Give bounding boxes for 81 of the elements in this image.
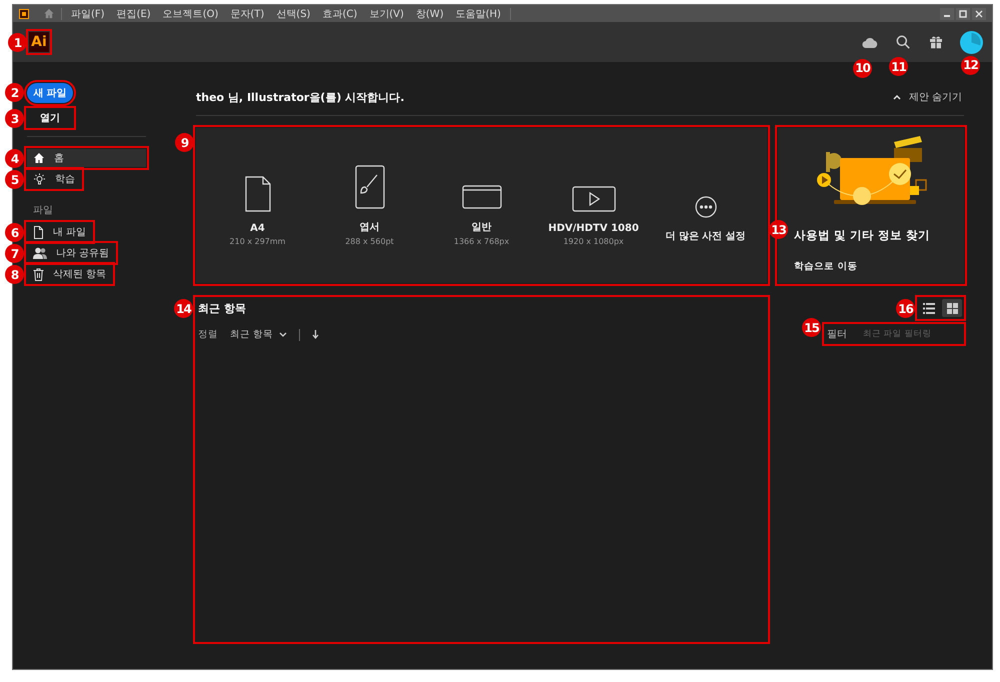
gift-icon[interactable] bbox=[929, 35, 943, 49]
menu-item[interactable]: 오브젝트(O) bbox=[160, 6, 222, 20]
tablet-brush-icon bbox=[354, 165, 384, 209]
callout-badge: 14 bbox=[174, 299, 193, 318]
more-icon[interactable] bbox=[694, 196, 716, 218]
document-icon bbox=[244, 176, 270, 212]
callout-badge: 7 bbox=[5, 244, 24, 263]
sort-label: 정렬 bbox=[198, 328, 218, 341]
app-icon bbox=[19, 8, 29, 18]
close-icon[interactable] bbox=[972, 8, 986, 20]
sort-dropdown[interactable]: 최근 항목 bbox=[230, 328, 288, 341]
hide-suggestions-button[interactable]: 제안 숨기기 bbox=[890, 90, 964, 104]
preset-name[interactable]: HDV/HDTV 1080 bbox=[548, 223, 639, 234]
section-heading: 최근 항목 bbox=[198, 301, 247, 316]
section-label: 파일 bbox=[33, 204, 54, 217]
sidebar-label: 학습 bbox=[55, 173, 75, 186]
callout-badge: 1 bbox=[8, 33, 27, 52]
cloud-icon[interactable] bbox=[862, 36, 878, 48]
avatar-icon[interactable] bbox=[960, 30, 982, 54]
preset-size: 1920 x 1080px bbox=[563, 237, 624, 246]
sort-direction-icon[interactable] bbox=[312, 330, 320, 339]
callout-badge: 11 bbox=[889, 57, 908, 76]
callout-badge: 2 bbox=[5, 83, 24, 102]
preset-size: 288 x 560pt bbox=[345, 237, 394, 246]
sidebar-label: 삭제된 항목 bbox=[53, 268, 106, 281]
preset-name[interactable]: 더 많은 사전 설정 bbox=[665, 229, 746, 243]
callout-badge: 13 bbox=[769, 220, 788, 239]
menu-item[interactable]: 파일(F) bbox=[68, 6, 108, 20]
callout-badge: 4 bbox=[5, 149, 24, 168]
new-file-button[interactable]: 새 파일 bbox=[27, 83, 73, 103]
sidebar-item[interactable]: 학습 bbox=[27, 170, 81, 188]
preset-size: 210 x 297mm bbox=[230, 237, 286, 246]
callout-badge: 8 bbox=[5, 265, 24, 284]
callout-badge: 5 bbox=[5, 170, 24, 189]
open-button[interactable]: 열기 bbox=[27, 109, 73, 127]
preset-name[interactable]: 엽서 bbox=[360, 220, 380, 234]
preset-name[interactable]: 일반 bbox=[472, 220, 492, 234]
home-icon bbox=[33, 152, 45, 164]
callout-badge: 6 bbox=[5, 223, 24, 242]
menu-item[interactable]: 효과(C) bbox=[319, 6, 360, 20]
menu-item[interactable]: 문자(T) bbox=[227, 6, 268, 20]
filter-label: 필터 bbox=[827, 328, 847, 341]
filter-field[interactable]: 최근 파일 필터링 bbox=[863, 329, 963, 339]
callout-badge: 12 bbox=[961, 56, 980, 74]
menu-item[interactable]: 창(W) bbox=[412, 6, 447, 20]
sidebar-label: 내 파일 bbox=[53, 226, 86, 239]
maximize-icon[interactable] bbox=[956, 8, 970, 20]
sidebar-label: 홈 bbox=[54, 152, 64, 165]
lightbulb-icon bbox=[33, 172, 46, 186]
grid-view-button[interactable] bbox=[942, 299, 962, 317]
sidebar-label: 나와 공유됨 bbox=[56, 247, 110, 260]
callout-badge: 15 bbox=[802, 318, 821, 337]
callout-badge: 10 bbox=[853, 58, 872, 78]
callout-badge: 9 bbox=[175, 133, 194, 152]
greeting-heading: theo 님, Illustrator을(를) 시작합니다. bbox=[196, 90, 404, 104]
grid-view-icon bbox=[946, 302, 958, 314]
sidebar-item[interactable]: 삭제된 항목 bbox=[27, 265, 112, 283]
card-title: 사용법 및 기타 정보 찾기 bbox=[794, 228, 932, 243]
trash-icon bbox=[33, 268, 44, 280]
chevron-up-icon bbox=[892, 94, 901, 100]
learn-link[interactable]: 학습으로 이동 bbox=[794, 260, 858, 273]
file-icon bbox=[33, 226, 44, 238]
browser-window-icon bbox=[462, 185, 502, 209]
list-view-icon bbox=[923, 302, 935, 314]
menu-item[interactable]: 선택(S) bbox=[273, 6, 314, 20]
sidebar-item[interactable]: 나와 공유됨 bbox=[27, 244, 116, 262]
preset-name[interactable]: A4 bbox=[250, 223, 265, 234]
app-logo[interactable]: Ai bbox=[29, 32, 49, 52]
menu-item[interactable]: 보기(V) bbox=[366, 6, 407, 20]
minimize-icon[interactable] bbox=[940, 8, 954, 20]
menu-item[interactable]: 도움말(H) bbox=[452, 6, 504, 20]
sidebar-item[interactable]: 내 파일 bbox=[27, 223, 92, 241]
people-icon bbox=[33, 247, 47, 259]
video-screen-icon bbox=[572, 186, 616, 212]
callout-badge: 16 bbox=[896, 299, 915, 318]
search-icon[interactable] bbox=[896, 35, 910, 49]
callout-badge: 3 bbox=[5, 109, 24, 128]
sidebar-item[interactable]: 홈 bbox=[27, 149, 146, 167]
preset-size: 1366 x 768px bbox=[454, 237, 510, 246]
chevron-down-icon bbox=[279, 332, 288, 337]
menu-item[interactable]: 편집(E) bbox=[114, 6, 154, 20]
